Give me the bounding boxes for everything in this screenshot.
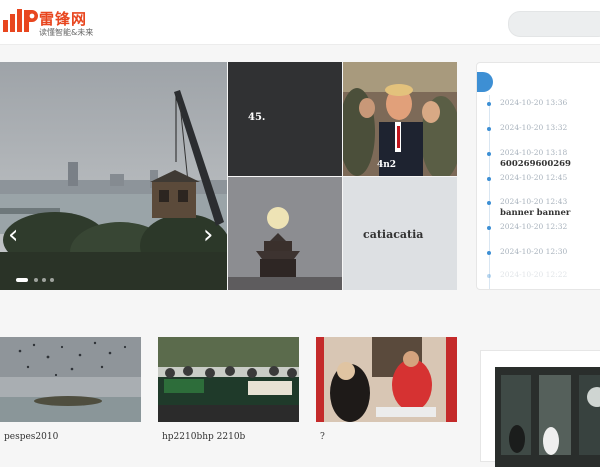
- timeline-time: 2024-10-20 13:36: [500, 98, 568, 107]
- article-title[interactable]: pespes2010: [0, 432, 141, 442]
- slider-dot[interactable]: [34, 278, 38, 282]
- article-card[interactable]: ?: [316, 337, 457, 442]
- timeline-time: 2024-10-20 12:30: [500, 247, 568, 256]
- tile-label: 45.: [248, 112, 266, 123]
- timeline-time: 2024-10-20 13:32: [500, 123, 568, 132]
- chevron-left-icon[interactable]: ‹: [8, 222, 18, 248]
- feature-tile[interactable]: catiacatia: [343, 177, 457, 290]
- tile-image: [228, 177, 342, 290]
- article-thumbnail[interactable]: [0, 337, 141, 422]
- timeline-time: 2024-10-20 12:43: [500, 197, 568, 206]
- timeline-dot: [487, 226, 491, 230]
- slider-dot[interactable]: [50, 278, 54, 282]
- article-title[interactable]: ?: [316, 432, 457, 442]
- timeline-line: [489, 95, 490, 289]
- timeline-dot: [487, 274, 491, 278]
- timeline-dot: [487, 127, 491, 131]
- ad-image[interactable]: [495, 367, 600, 467]
- timeline-title[interactable]: banner banner: [500, 208, 570, 218]
- article-title[interactable]: hp2210bhp 2210b: [158, 432, 299, 442]
- article-card[interactable]: pespes2010: [0, 337, 141, 442]
- news-timeline: 2024-10-20 13:36 2024-10-20 13:32 2024-1…: [476, 62, 600, 290]
- tile-label: 4n2: [377, 160, 397, 170]
- tile-image: [343, 62, 457, 176]
- timeline-dot: [487, 102, 491, 106]
- site-header: 雷锋网 读懂智能&未来: [0, 0, 600, 45]
- ad-panel: [480, 350, 600, 467]
- article-thumbnail[interactable]: [316, 337, 457, 422]
- hero-slider[interactable]: ‹ ›: [0, 62, 227, 290]
- logo-text[interactable]: 雷锋网: [39, 8, 87, 29]
- search-input[interactable]: [508, 11, 600, 37]
- feature-tile[interactable]: [228, 177, 342, 290]
- timeline-title[interactable]: 600269600269: [500, 159, 571, 169]
- logo-tagline: 读懂智能&未来: [39, 28, 94, 37]
- article-card[interactable]: hp2210bhp 2210b: [158, 337, 299, 442]
- timeline-time: 2024-10-20 13:18: [500, 148, 568, 157]
- feature-tile[interactable]: 45.: [228, 62, 342, 176]
- timeline-dot: [487, 177, 491, 181]
- timeline-tab[interactable]: [477, 72, 493, 92]
- timeline-dot: [487, 201, 491, 205]
- tile-label: catiacatia: [363, 228, 424, 241]
- logo-icon[interactable]: [2, 6, 38, 38]
- chevron-right-icon[interactable]: ›: [203, 222, 213, 248]
- timeline-time: 2024-10-20 12:45: [500, 173, 568, 182]
- feature-tile[interactable]: 4n2: [343, 62, 457, 176]
- slider-dot[interactable]: [16, 278, 28, 282]
- timeline-dot: [487, 251, 491, 255]
- slider-image[interactable]: [0, 62, 227, 290]
- article-thumbnail[interactable]: [158, 337, 299, 422]
- timeline-time: 2024-10-20 12:22: [500, 270, 568, 279]
- timeline-time: 2024-10-20 12:32: [500, 222, 568, 231]
- slider-dot[interactable]: [42, 278, 46, 282]
- timeline-dot: [487, 152, 491, 156]
